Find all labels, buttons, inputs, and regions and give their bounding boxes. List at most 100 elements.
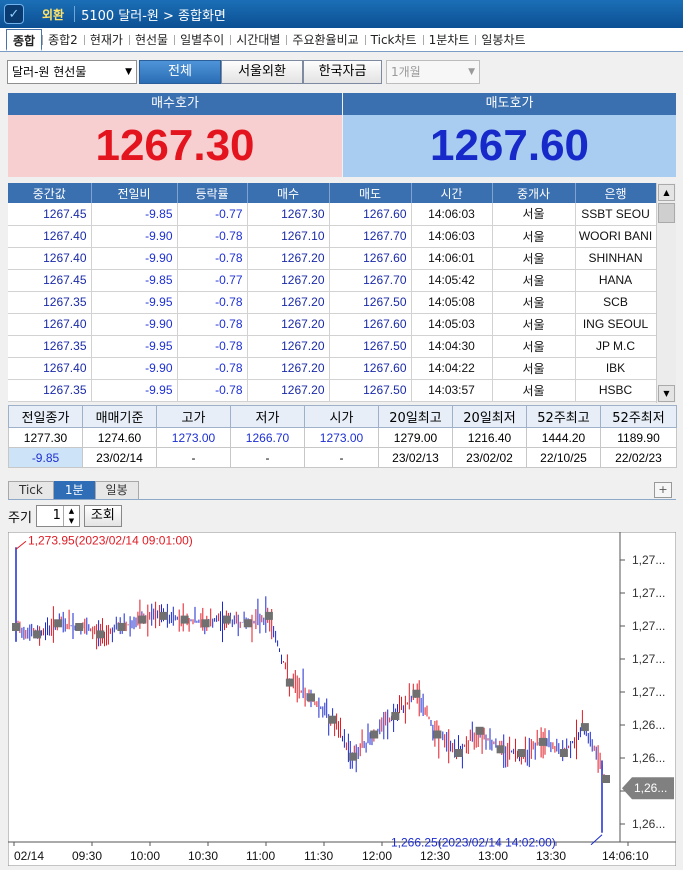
table-row[interactable]: 1267.40 -9.90 -0.78 1267.20 1267.60 14:06:01 서… (8, 247, 657, 270)
x-tick-label: 10:00 (130, 849, 160, 863)
tab-1min-chart[interactable]: 1분차트 (422, 29, 476, 51)
col-bank[interactable]: 은행 (575, 183, 657, 203)
stats-date-cell: -9.85 (8, 447, 83, 468)
cell-change-rate: -0.78 (177, 379, 248, 402)
tab-spot-futures[interactable]: 현선물 (128, 29, 174, 51)
cell-time: 14:03:57 (411, 379, 493, 402)
table-row[interactable]: 1267.45 -9.85 -0.77 1267.30 1267.60 14:06:03 서… (8, 203, 657, 226)
stats-date-cell: 22/10/25 (526, 447, 601, 468)
chevron-down-icon: ▼ (125, 67, 132, 77)
table-row[interactable]: 1267.35 -9.95 -0.78 1267.20 1267.50 14:04:30 서… (8, 335, 657, 358)
close-marker (307, 693, 315, 702)
tab-summary2[interactable]: 종합2 (42, 29, 84, 51)
cell-broker: 서울 (492, 225, 576, 248)
chart-tab-1min[interactable]: 1분 (53, 481, 95, 499)
cell-change: -9.90 (91, 225, 178, 248)
tab-daily-trend[interactable]: 일별추이 (174, 29, 230, 51)
y-tick-label: 1,27... (632, 652, 665, 666)
close-marker (33, 630, 42, 639)
tick-table-scrollbar[interactable]: ▲ ▼ (656, 183, 676, 403)
window-title: 5100 달러-원 > 종합화면 (81, 8, 226, 24)
cell-mid: 1267.40 (8, 225, 92, 248)
table-row[interactable]: 1267.35 -9.95 -0.78 1267.20 1267.50 14:05:08 서… (8, 291, 657, 314)
cell-ask: 1267.70 (329, 269, 412, 292)
stats-value-cell: 1444.20 (526, 427, 601, 448)
stats-col-header: 전일종가 (8, 405, 83, 428)
col-change[interactable]: 전일비 (91, 183, 178, 203)
cell-change: -9.85 (91, 269, 178, 292)
segment-all[interactable]: 전체 (139, 60, 221, 84)
price-chart[interactable]: 1,27... 1,27... 1,27... 1,27... 1,27... 1,26.… (8, 532, 676, 866)
table-row[interactable]: 1267.35 -9.95 -0.78 1267.20 1267.50 14:03:57 서… (8, 379, 657, 402)
cell-change: -9.90 (91, 313, 178, 336)
y-tick-label: 1,26... (632, 817, 665, 831)
segment-seoul-fx[interactable]: 서울외환 (221, 60, 303, 84)
cell-broker: 서울 (492, 357, 576, 380)
y-tick-label: 1,26... (632, 751, 665, 765)
col-bid[interactable]: 매수 (247, 183, 330, 203)
close-marker (159, 611, 168, 620)
period-range-select[interactable]: 1개월 ▼ (386, 60, 480, 84)
price-stats-table: 전일종가 매매기준 고가 저가 시가 20일최고 20일최저 52주최고 52주최저 1277.… (8, 405, 677, 468)
close-marker (433, 730, 442, 739)
stats-value-cell: 1189.90 (600, 427, 677, 448)
cell-bid: 1267.20 (247, 269, 330, 292)
col-broker[interactable]: 중개사 (492, 183, 576, 203)
cell-mid: 1267.35 (8, 335, 92, 358)
close-marker (538, 737, 547, 746)
segment-korea-money[interactable]: 한국자금 (303, 60, 382, 84)
chart-tab-daily[interactable]: 일봉 (94, 481, 139, 499)
stats-col-header: 시가 (304, 405, 379, 428)
cell-time: 14:06:01 (411, 247, 493, 270)
bid-quote-value: 1267.30 (8, 115, 342, 177)
close-marker (180, 615, 189, 624)
stats-col-header: 저가 (230, 405, 305, 428)
period-range-value: 1개월 (391, 65, 421, 79)
period-stepper[interactable]: 1 ▲ ▼ (35, 505, 80, 527)
close-marker (117, 623, 126, 631)
col-ask[interactable]: 매도 (329, 183, 412, 203)
table-row[interactable]: 1267.40 -9.90 -0.78 1267.20 1267.60 14:04:22 서… (8, 357, 657, 380)
tab-by-time[interactable]: 시간대별 (230, 29, 286, 51)
market-select[interactable]: 달러-원 현선물 ▼ (7, 60, 137, 84)
add-chart-button[interactable]: + (654, 482, 672, 498)
cell-ask: 1267.60 (329, 357, 412, 380)
tick-table: 중간값 전일비 등락률 매수 매도 시간 중개사 은행 1267.45 -9.85… (8, 183, 657, 402)
scroll-up-icon[interactable]: ▲ (658, 184, 675, 201)
tab-major-fx-compare[interactable]: 주요환율비교 (286, 29, 364, 51)
category-badge: 외환 (42, 7, 65, 22)
close-marker (243, 619, 252, 628)
y-tick-label: 1,27... (632, 685, 665, 699)
cell-time: 14:06:03 (411, 203, 493, 226)
cell-bid: 1267.20 (247, 291, 330, 314)
stats-col-header: 고가 (156, 405, 231, 428)
scroll-down-icon[interactable]: ▼ (658, 385, 675, 402)
col-time[interactable]: 시간 (411, 183, 493, 203)
table-row[interactable]: 1267.45 -9.85 -0.77 1267.20 1267.70 14:05:42 서… (8, 269, 657, 292)
tab-tick-chart[interactable]: Tick차트 (364, 29, 423, 51)
tab-daily-chart[interactable]: 일봉차트 (475, 29, 531, 51)
table-row[interactable]: 1267.40 -9.90 -0.78 1267.10 1267.70 14:06:03 서… (8, 225, 657, 248)
col-mid[interactable]: 중간값 (8, 183, 92, 203)
stepper-arrows-icon[interactable]: ▲ ▼ (62, 506, 79, 526)
ask-quote-label: 매도호가 (343, 93, 676, 115)
table-row[interactable]: 1267.40 -9.90 -0.78 1267.20 1267.60 14:05:03 서… (8, 313, 657, 336)
close-marker (559, 749, 568, 757)
current-price-label: 1,26... (634, 781, 667, 795)
x-tick-label: 12:30 (420, 849, 450, 863)
cell-ask: 1267.70 (329, 225, 412, 248)
close-marker (454, 749, 463, 757)
close-marker (264, 611, 273, 620)
close-marker (580, 723, 589, 732)
col-change-rate[interactable]: 등락률 (177, 183, 248, 203)
chart-tab-tick[interactable]: Tick (8, 481, 54, 499)
cell-bid: 1267.20 (247, 379, 330, 402)
scroll-thumb[interactable] (658, 203, 675, 223)
cell-time: 14:04:30 (411, 335, 493, 358)
close-marker (496, 745, 505, 754)
tab-current-price[interactable]: 현재가 (83, 29, 129, 51)
cell-change: -9.90 (91, 357, 178, 380)
query-button[interactable]: 조회 (83, 505, 122, 527)
tick-table-header: 중간값 전일비 등락률 매수 매도 시간 중개사 은행 (8, 183, 657, 203)
tab-summary[interactable]: 종합 (6, 28, 43, 51)
